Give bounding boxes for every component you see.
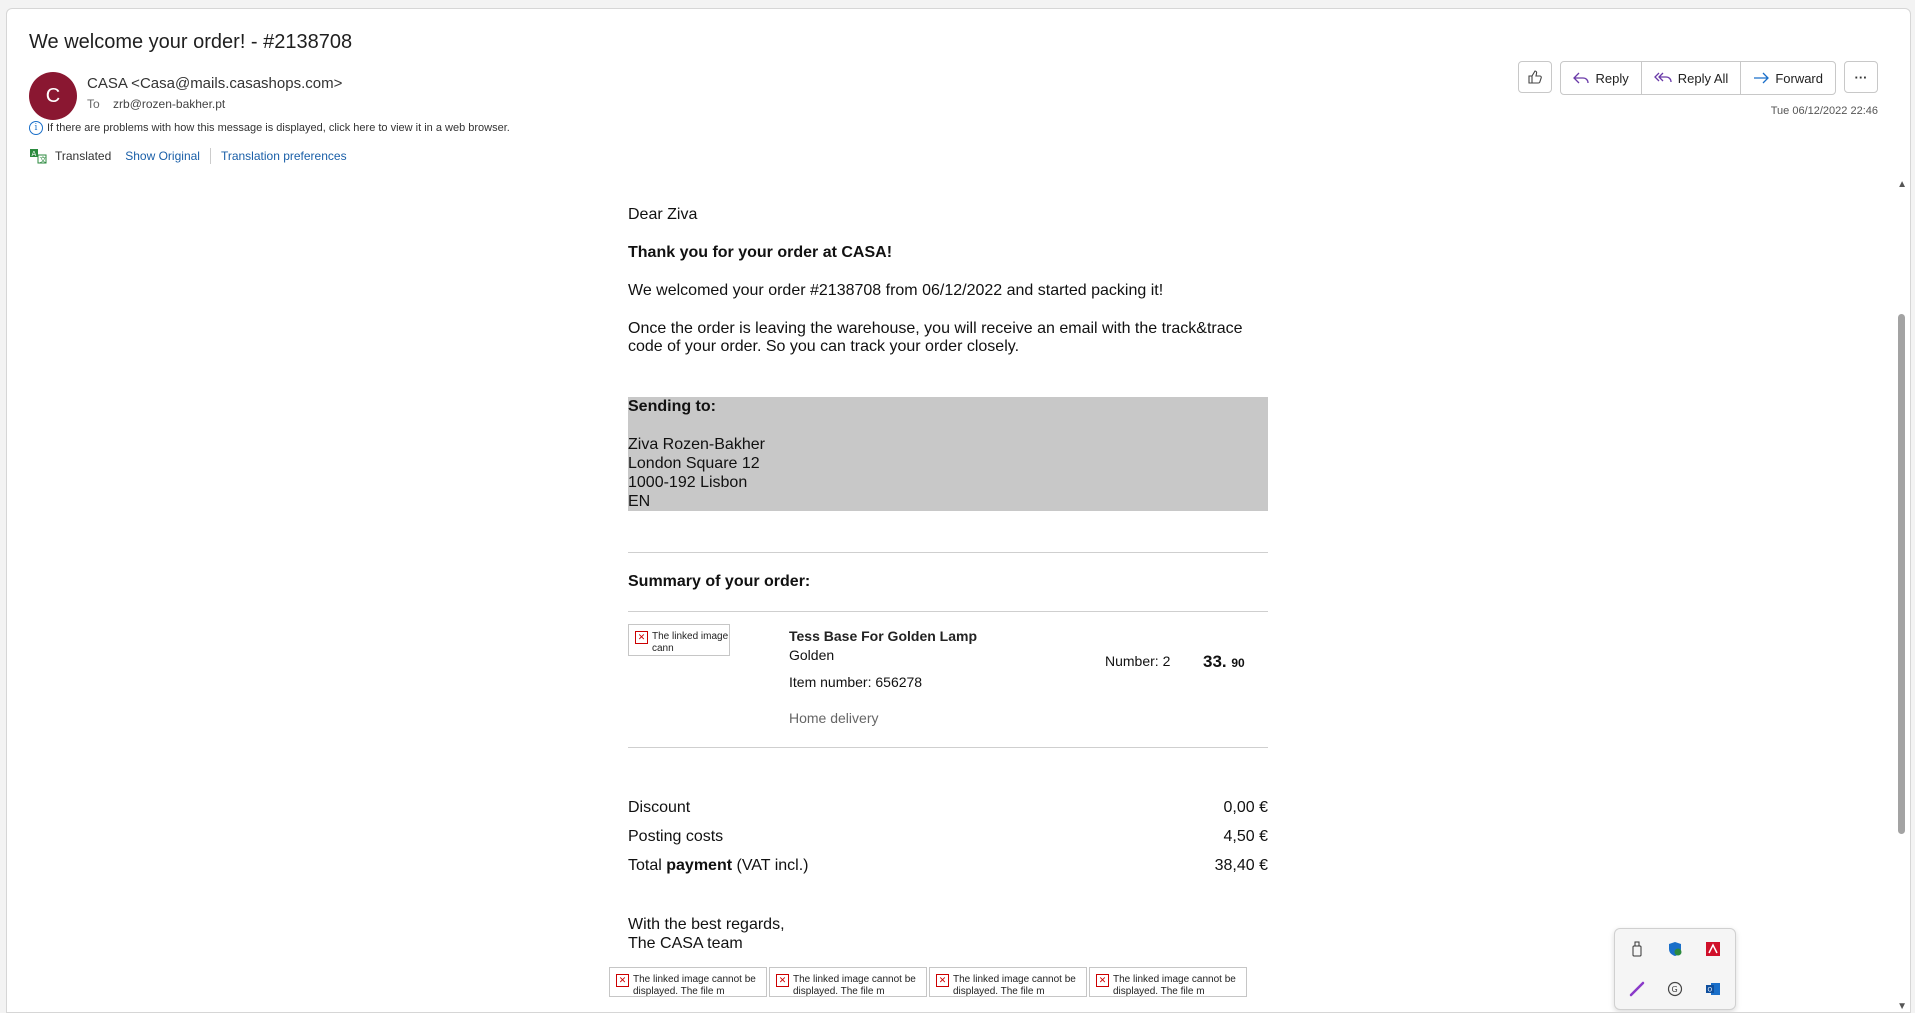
reply-all-button[interactable]: Reply All [1642,62,1742,94]
greeting: Dear Ziva [628,206,698,223]
team-line: The CASA team [628,935,743,952]
scroll-up-icon[interactable]: ▲ [1897,179,1907,190]
product-image: ✕ The linked image cann [628,624,730,656]
scrollbar-thumb[interactable] [1898,314,1905,834]
image-alt-text: The linked image cannot be displayed. Th… [793,974,916,997]
broken-image-icon: ✕ [776,974,789,987]
divider [628,747,1268,748]
signature: With the best regards, The CASA team [628,915,785,953]
footer-image: ✕ The linked image cannot be displayed. T… [929,967,1087,997]
svg-text:文: 文 [40,155,47,164]
reply-icon [1573,72,1590,84]
reply-button[interactable]: Reply [1561,62,1642,94]
sending-to-heading: Sending to: [628,398,716,415]
address-line: London Square 12 [628,455,760,472]
price-euros: 33. [1203,652,1227,671]
display-problem-text[interactable]: If there are problems with how this mess… [47,122,510,134]
reply-all-label: Reply All [1677,70,1729,86]
broken-image-icon: ✕ [1096,974,1109,987]
to-label: To [87,97,100,111]
price-cents: 90 [1231,656,1245,670]
broken-image-icon: ✕ [616,974,629,987]
forward-icon [1754,72,1770,84]
posting-costs-row: Posting costs 4,50 € [628,828,1268,846]
image-alt-text: The linked image cannot be displayed. Th… [953,974,1076,997]
image-alt-text: The linked image cannot be displayed. Th… [633,974,756,997]
security-shield-icon[interactable] [1665,939,1685,959]
scroll-down-icon[interactable]: ▼ [1897,1001,1907,1012]
product-name: Tess Base For Golden Lamp [789,628,978,644]
svg-text:A: A [32,150,37,158]
product-color: Golden [789,647,835,663]
reply-button-group: Reply Reply All Forward [1560,61,1836,95]
like-button[interactable] [1518,61,1553,93]
address-line: 1000-192 Lisbon [628,474,748,491]
message-date: Tue 06/12/2022 22:46 [1770,105,1878,117]
info-icon: i [29,121,43,135]
system-tray-overflow: G O [1614,928,1736,1010]
divider [628,611,1268,612]
total-label: Total payment (VAT incl.) [628,857,809,875]
scrollbar[interactable]: ▲ ▼ [1895,179,1907,1012]
forward-label: Forward [1775,70,1823,86]
footer-image: ✕ The linked image cannot be displayed. T… [1089,967,1247,997]
total-payment-row: Total payment (VAT incl.) 38,40 € [628,857,1268,875]
translation-preferences-link[interactable]: Translation preferences [221,149,347,163]
footer-image: ✕ The linked image cannot be displayed. T… [609,967,767,997]
posting-costs-value: 4,50 € [1223,828,1268,845]
regards-line: With the best regards, [628,916,785,933]
outlook-icon[interactable]: O [1703,979,1723,999]
translated-label: Translated [55,149,112,163]
usb-icon[interactable] [1627,939,1647,959]
translate-icon: A 文 [30,149,47,164]
broken-image-icon: ✕ [936,974,949,987]
divider [628,552,1268,553]
image-alt-text: The linked image cann [652,631,729,654]
total-value: 38,40 € [1214,857,1268,874]
thumbs-up-icon [1528,70,1543,84]
reply-label: Reply [1595,70,1629,86]
sender-name[interactable]: CASA <Casa@mails.casashops.com> [87,75,342,92]
amd-icon[interactable] [1703,939,1723,959]
footer-image: ✕ The linked image cannot be displayed. T… [769,967,927,997]
delivery-method: Home delivery [789,710,879,726]
grammarly-icon[interactable]: G [1665,979,1685,999]
broken-image-icon: ✕ [635,631,648,644]
total-prefix: Total [628,857,667,874]
discount-row: Discount 0,00 € [628,799,1268,817]
discount-value: 0,00 € [1223,799,1268,816]
display-problem-notice[interactable]: i If there are problems with how this me… [29,121,510,135]
reply-all-icon [1653,72,1672,83]
total-bold: payment [666,857,733,874]
svg-text:G: G [1672,985,1678,994]
svg-text:O: O [1708,987,1713,994]
pen-icon[interactable] [1627,979,1647,999]
recipient-address[interactable]: zrb@rozen-bakher.pt [113,97,225,111]
sender-avatar[interactable]: C [29,72,77,120]
more-actions-button[interactable]: ··· [1844,61,1878,93]
product-item-number: Item number: 656278 [789,674,923,690]
forward-button[interactable]: Forward [1741,62,1835,94]
discount-label: Discount [628,799,691,816]
tracking-info: Once the order is leaving the warehouse,… [628,320,1243,355]
address-line: Ziva Rozen-Bakher [628,436,765,453]
image-alt-text: The linked image cannot be displayed. Th… [1113,974,1236,997]
order-welcomed-line: We welcomed your order #2138708 from 06/… [628,282,1164,299]
message-toolbar: Reply Reply All Forward ··· [1518,61,1878,95]
address-line: EN [628,493,651,510]
email-subject: We welcome your order! - #2138708 [29,31,353,53]
product-price: 33. 90 [1203,652,1245,672]
recipient-row: To zrb@rozen-bakher.pt [87,97,225,111]
order-summary-title: Summary of your order: [628,573,811,590]
shipping-address-box: Sending to: Ziva Rozen-Bakher London Squ… [628,397,1268,511]
email-window: We welcome your order! - #2138708 C CASA… [6,8,1911,1013]
total-suffix: (VAT incl.) [732,857,809,874]
show-original-link[interactable]: Show Original [125,149,200,163]
divider [209,148,211,164]
thanks-line: Thank you for your order at CASA! [628,244,893,261]
translation-bar: A 文 Translated Show Original Translation… [29,148,347,164]
product-quantity: Number: 2 [1105,653,1171,669]
posting-costs-label: Posting costs [628,828,724,845]
more-icon: ··· [1854,69,1868,85]
